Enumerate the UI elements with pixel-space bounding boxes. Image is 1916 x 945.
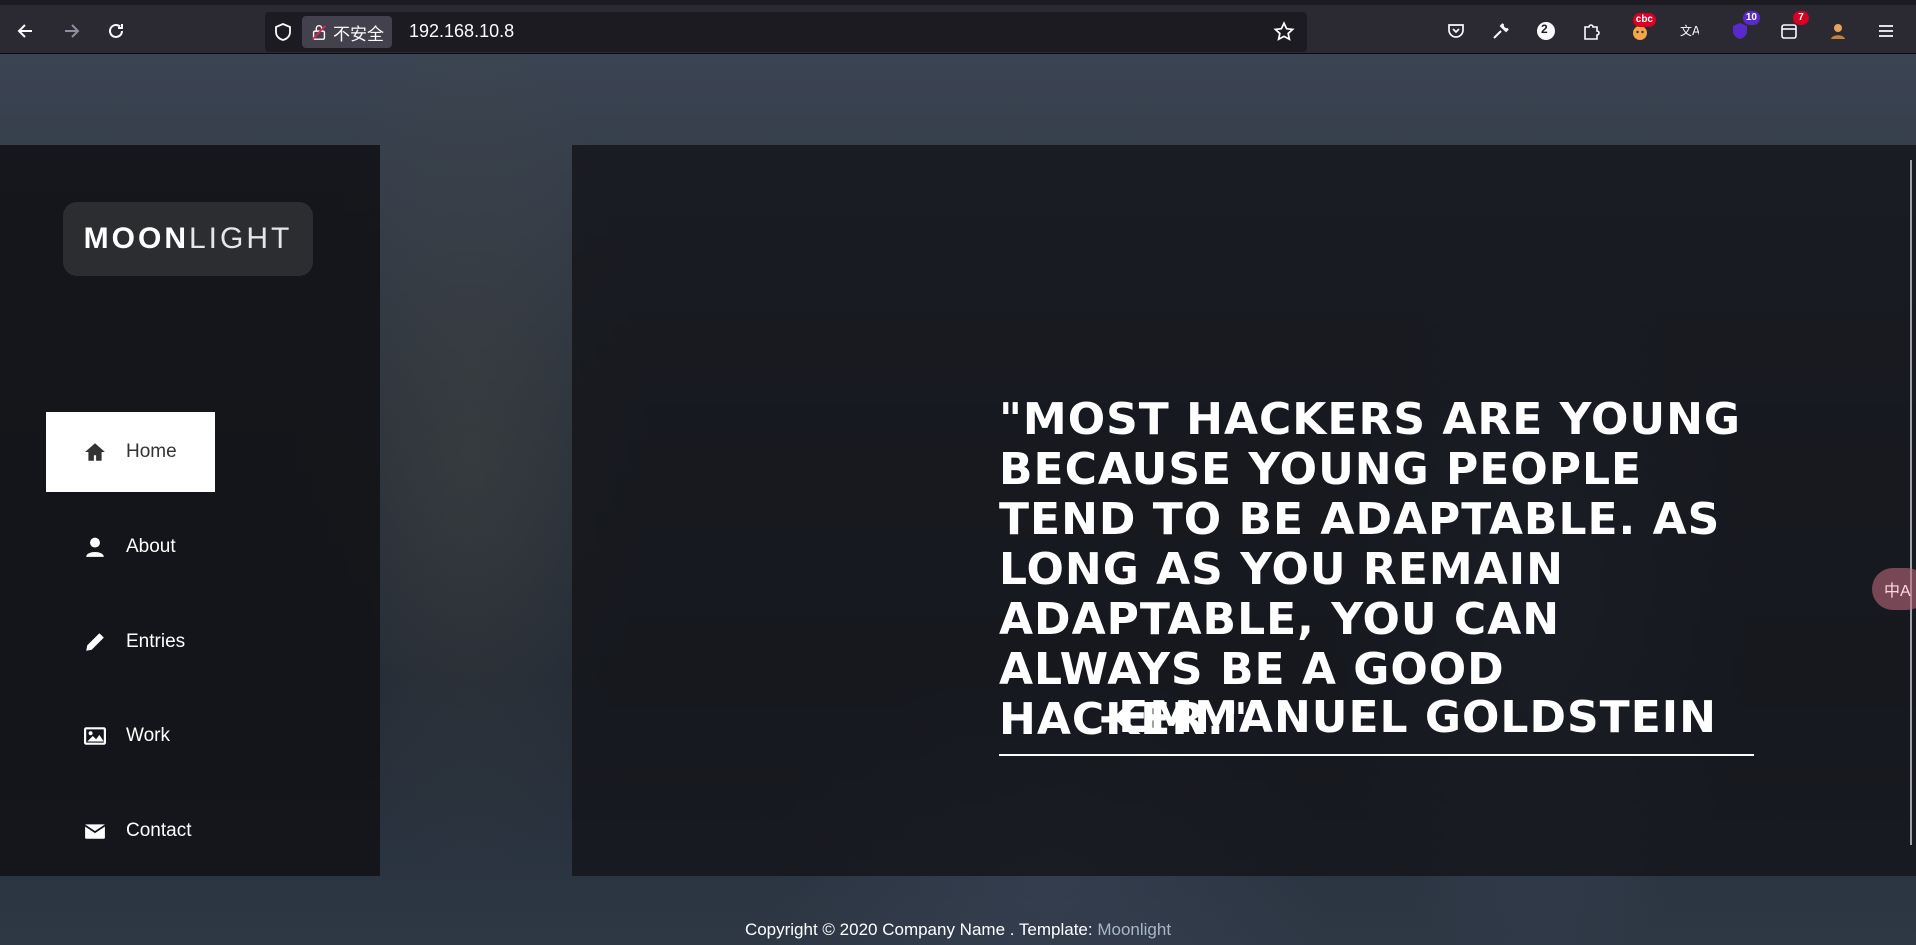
- nav-item-about[interactable]: About: [46, 507, 215, 587]
- nav-label-entries: Entries: [126, 631, 186, 652]
- counter-text: 2: [1541, 22, 1548, 36]
- devtools-button[interactable]: [1485, 15, 1517, 47]
- reload-button[interactable]: [100, 15, 132, 47]
- extensions-button[interactable]: [1575, 15, 1607, 47]
- sidebar: MOON LIGHT Home About Entries Work Conta…: [0, 145, 380, 876]
- extension-shield-button[interactable]: 10: [1724, 11, 1760, 47]
- translate-float-label: 中A: [1884, 583, 1911, 600]
- pencil-icon: [82, 629, 108, 655]
- insecure-lock-icon: [312, 25, 326, 40]
- nav-label-about: About: [126, 536, 176, 557]
- scrollbar[interactable]: [1910, 160, 1912, 845]
- svg-text:文A: 文A: [1680, 23, 1699, 38]
- nav-label-home: Home: [126, 441, 177, 462]
- forward-button[interactable]: [55, 15, 87, 47]
- security-label: 不安全: [333, 24, 384, 44]
- arrow-left-icon: [17, 24, 32, 38]
- url-text[interactable]: 192.168.10.8: [409, 21, 514, 42]
- nav-item-entries[interactable]: Entries: [46, 602, 215, 682]
- reload-icon: [109, 23, 123, 38]
- site-security-button[interactable]: 不安全: [302, 16, 392, 48]
- floating-translate-button[interactable]: 中A: [1872, 568, 1916, 610]
- footer-copyright: Copyright © 2020 Company Name . Template…: [744, 920, 1098, 939]
- footer-template-link[interactable]: Moonlight: [1097, 920, 1171, 939]
- nav-label-work: Work: [126, 725, 170, 746]
- extension-avatar-button[interactable]: [1822, 15, 1854, 47]
- shield-badge: 10: [1742, 11, 1760, 25]
- container-count-button[interactable]: 2: [1530, 15, 1562, 47]
- hero-panel: "MOST HACKERS ARE YOUNG BECAUSE YOUNG PE…: [572, 145, 1916, 876]
- menu-button[interactable]: [1870, 15, 1902, 47]
- footer: Copyright © 2020 Company Name . Template…: [0, 920, 1916, 940]
- quote-divider: [999, 754, 1754, 756]
- envelope-icon: [82, 818, 108, 844]
- hamburger-menu-icon: [1879, 25, 1893, 37]
- nav-item-home[interactable]: Home: [46, 412, 215, 492]
- nav-label-contact: Contact: [126, 820, 192, 841]
- nav-item-contact[interactable]: Contact: [46, 791, 215, 871]
- home-icon: [82, 439, 108, 465]
- page-viewport: MOON LIGHT Home About Entries Work Conta…: [0, 54, 1916, 945]
- url-bar[interactable]: 不安全 192.168.10.8: [265, 12, 1307, 52]
- bookmark-star-icon[interactable]: [1273, 21, 1295, 43]
- shield-icon[interactable]: [273, 22, 293, 42]
- site-logo[interactable]: MOON LIGHT: [63, 202, 313, 276]
- wrench-icon: [1493, 23, 1509, 39]
- browser-toolbar: 不安全 192.168.10.8 2 cbc 文A 10 7: [0, 0, 1916, 54]
- puzzle-icon: [1584, 24, 1600, 40]
- pocket-button[interactable]: [1440, 15, 1472, 47]
- extension-calendar-button[interactable]: 7: [1773, 11, 1809, 47]
- user-icon: [82, 534, 108, 560]
- logo-bold-text: MOON: [83, 222, 189, 255]
- extension-cbc-button[interactable]: cbc: [1624, 13, 1656, 47]
- avatar-icon: [1831, 24, 1845, 39]
- translate-icon: 文A: [1680, 23, 1699, 38]
- pocket-icon: [1448, 24, 1464, 38]
- cbc-badge: cbc: [1632, 13, 1656, 27]
- logo-light-text: LIGHT: [188, 222, 293, 255]
- image-icon: [82, 723, 108, 749]
- back-button[interactable]: [10, 15, 42, 47]
- hero-author: -EMMANUEL GOLDSTEIN: [1099, 692, 1717, 743]
- calendar-badge: 7: [1793, 11, 1809, 25]
- arrow-right-icon: [65, 24, 80, 38]
- nav-item-work[interactable]: Work: [46, 696, 215, 776]
- translate-button[interactable]: 文A: [1673, 15, 1705, 47]
